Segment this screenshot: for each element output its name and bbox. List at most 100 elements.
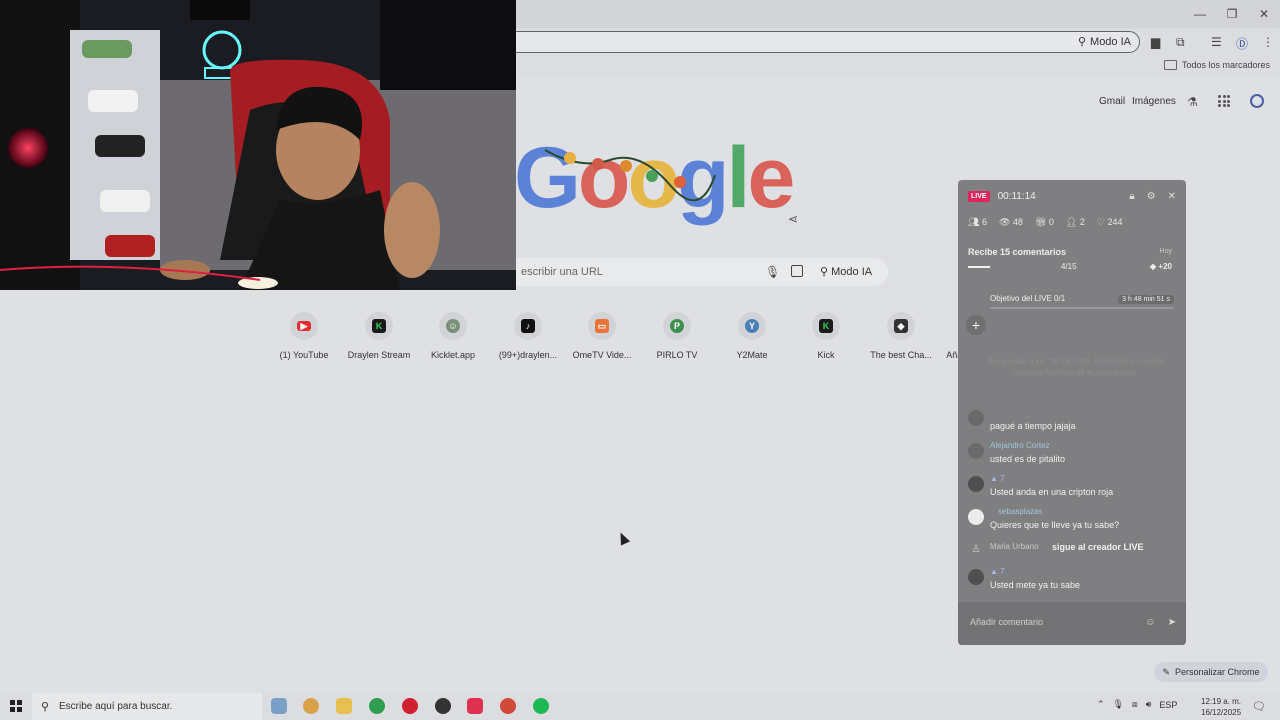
- comment-input[interactable]: Añadir comentario ☺ ➤: [958, 602, 1186, 645]
- notification-icon[interactable]: 🗨︎: [1252, 700, 1266, 713]
- tiktok-live-icon[interactable]: [467, 698, 483, 714]
- taskbar-app-icon[interactable]: [435, 698, 451, 714]
- welcome-notice: Bienvenido a los TikTok LIVE. Diviértete…: [987, 357, 1163, 377]
- viewers-stat: 👥︎ 6: [968, 217, 987, 228]
- whatsapp-icon[interactable]: [369, 698, 385, 714]
- settings-icon[interactable]: ⚙: [1147, 191, 1156, 202]
- avatar: [968, 476, 984, 492]
- share-doodle-icon[interactable]: ⋖: [788, 212, 798, 226]
- minimize-icon[interactable]: —: [1184, 0, 1216, 28]
- account-avatar[interactable]: [1250, 94, 1264, 108]
- viewers-count: 6: [981, 217, 987, 227]
- restore-icon[interactable]: ❐: [1216, 0, 1248, 28]
- shortcut-pirlo-tv[interactable]: P PIRLO TV: [637, 312, 717, 360]
- objective-time-left: 3 h 48 min 51 s: [1118, 295, 1174, 304]
- chevron-up-icon[interactable]: ⌃: [1097, 699, 1105, 710]
- letter-y-icon: Y: [745, 319, 759, 333]
- comment-author: ▲ 7: [990, 474, 1005, 483]
- close-icon[interactable]: ✕: [1248, 0, 1280, 28]
- tab-search-icon[interactable]: ☰: [1211, 35, 1222, 49]
- clock-date: 16/12/2025: [1201, 708, 1242, 717]
- shortcut-kick[interactable]: K Kick: [786, 312, 866, 360]
- gmail-link[interactable]: Gmail: [1099, 96, 1125, 107]
- taskbar-app-icon[interactable]: [303, 698, 319, 714]
- shortcut-label: Y2Mate: [736, 350, 768, 360]
- views-count: 48: [1012, 217, 1023, 227]
- incognito-icon[interactable]: ▆: [1151, 35, 1160, 49]
- labs-flask-icon[interactable]: ⚗: [1187, 95, 1198, 109]
- shortcut-kicklet[interactable]: ☺ Kicklet.app: [413, 312, 493, 360]
- shortcut-draylen-stream[interactable]: K Draylen Stream: [339, 312, 419, 360]
- images-link[interactable]: Imágenes: [1132, 96, 1176, 107]
- avatar: [968, 509, 984, 525]
- windows-start-icon[interactable]: [10, 700, 22, 712]
- comment-input-actions: ☺ ➤: [1145, 617, 1176, 628]
- extensions-icon[interactable]: ⧉: [1176, 35, 1185, 50]
- system-tray: ⌃ 🎙︎ ⧈ 🔊︎ ESP: [1097, 699, 1177, 710]
- lens-icon[interactable]: [791, 265, 803, 277]
- window-controls: — ❐ ✕: [1184, 0, 1280, 28]
- avatar: [968, 410, 984, 426]
- taskbar-search[interactable]: ⚲ Escribe aquí para buscar.: [32, 693, 262, 720]
- send-icon[interactable]: ➤: [1168, 617, 1176, 628]
- ai-search-icon: ⚲: [1077, 36, 1087, 48]
- add-user-icon: 👤︎: [1065, 217, 1078, 227]
- lock-icon[interactable]: 🔒︎: [1129, 191, 1134, 202]
- search-ai-mode-button[interactable]: ⚲ Modo IA: [820, 265, 872, 278]
- goal-progress: 4/15: [1061, 262, 1077, 271]
- language-indicator[interactable]: ESP: [1159, 700, 1177, 710]
- comment-text: Quieres que te lleve ya tu sabe?: [990, 520, 1120, 530]
- goal-progress-bar: [968, 266, 990, 268]
- ai-mode-button[interactable]: ⚲ Modo IA: [1077, 35, 1131, 49]
- avatar: [968, 443, 984, 459]
- microphone-icon[interactable]: 🎙︎: [1113, 699, 1124, 710]
- shortcut-tiktok[interactable]: ♪ (99+)draylen...: [488, 312, 568, 360]
- comment-text: Usted mete ya tu sabe: [990, 580, 1081, 590]
- shortcut-youtube[interactable]: ▶ (1) YouTube: [264, 312, 344, 360]
- network-icon[interactable]: ⧈: [1132, 699, 1138, 710]
- live-objective[interactable]: Objetivo del LIVE 0/1: [990, 294, 1065, 303]
- add-goal-button[interactable]: +: [966, 315, 986, 335]
- all-bookmarks-button[interactable]: Todos los marcadores: [1163, 60, 1270, 70]
- pencil-icon: ✎: [1162, 666, 1170, 677]
- gifts-count: 0: [1048, 217, 1054, 227]
- views-stat: 👁︎ 48: [999, 217, 1023, 228]
- file-explorer-icon[interactable]: [336, 698, 352, 714]
- chat-icon: ◆: [894, 319, 908, 333]
- goal-bonus-value: +20: [1158, 262, 1172, 271]
- gift-icon: 🎁︎: [1034, 217, 1047, 227]
- taskbar-app-icon[interactable]: [271, 698, 287, 714]
- live-header: LIVE 00:11:14: [968, 191, 1036, 202]
- shortcut-ometv[interactable]: ▭ OmeTV Vide...: [562, 312, 642, 360]
- avatar: [968, 569, 984, 585]
- profile-icon[interactable]: Ⓓ: [1236, 35, 1248, 52]
- taskbar-search-text: Escribe aquí para buscar.: [59, 701, 173, 712]
- search-box[interactable]: escribir una URL 🎙 ⚲ Modo IA: [508, 258, 888, 286]
- live-panel-controls: 🔒︎ ⚙ ✕: [1129, 191, 1176, 202]
- apps-grid-icon[interactable]: [1218, 95, 1230, 107]
- spotify-icon[interactable]: [533, 698, 549, 714]
- heart-icon: ♡: [1096, 217, 1105, 227]
- shortcut-y2mate[interactable]: Y Y2Mate: [712, 312, 792, 360]
- customize-chrome-button[interactable]: ✎ Personalizar Chrome: [1154, 662, 1268, 682]
- ai-mode-label: Modo IA: [1090, 35, 1131, 48]
- kick-icon: K: [819, 319, 833, 333]
- more-menu-icon[interactable]: ⋮: [1262, 35, 1274, 49]
- chrome-icon[interactable]: [500, 698, 516, 714]
- follows-count: 2: [1079, 217, 1085, 227]
- microphone-icon[interactable]: 🎙: [765, 265, 780, 279]
- address-bar[interactable]: ⚲ Modo IA: [470, 31, 1140, 53]
- search-icon: ⚲: [41, 701, 50, 713]
- comment-text: Usted anda en una cripton roja: [990, 487, 1114, 497]
- webcam-overlay: [0, 0, 516, 290]
- opera-icon[interactable]: [402, 698, 418, 714]
- shortcut-label: (99+)draylen...: [498, 350, 558, 360]
- volume-icon[interactable]: 🔊︎: [1146, 699, 1152, 710]
- close-icon[interactable]: ✕: [1168, 191, 1176, 202]
- emoji-icon[interactable]: ☺: [1145, 617, 1155, 628]
- taskbar-clock[interactable]: 12:19 a. m. 16/12/2025: [1201, 696, 1241, 718]
- shortcut-label: Kicklet.app: [430, 350, 476, 360]
- goal-bonus: ◆ +20: [1150, 262, 1172, 271]
- comment-author: ▲ 7: [990, 567, 1005, 576]
- shortcut-the-best-cha[interactable]: ◆ The best Cha...: [861, 312, 941, 360]
